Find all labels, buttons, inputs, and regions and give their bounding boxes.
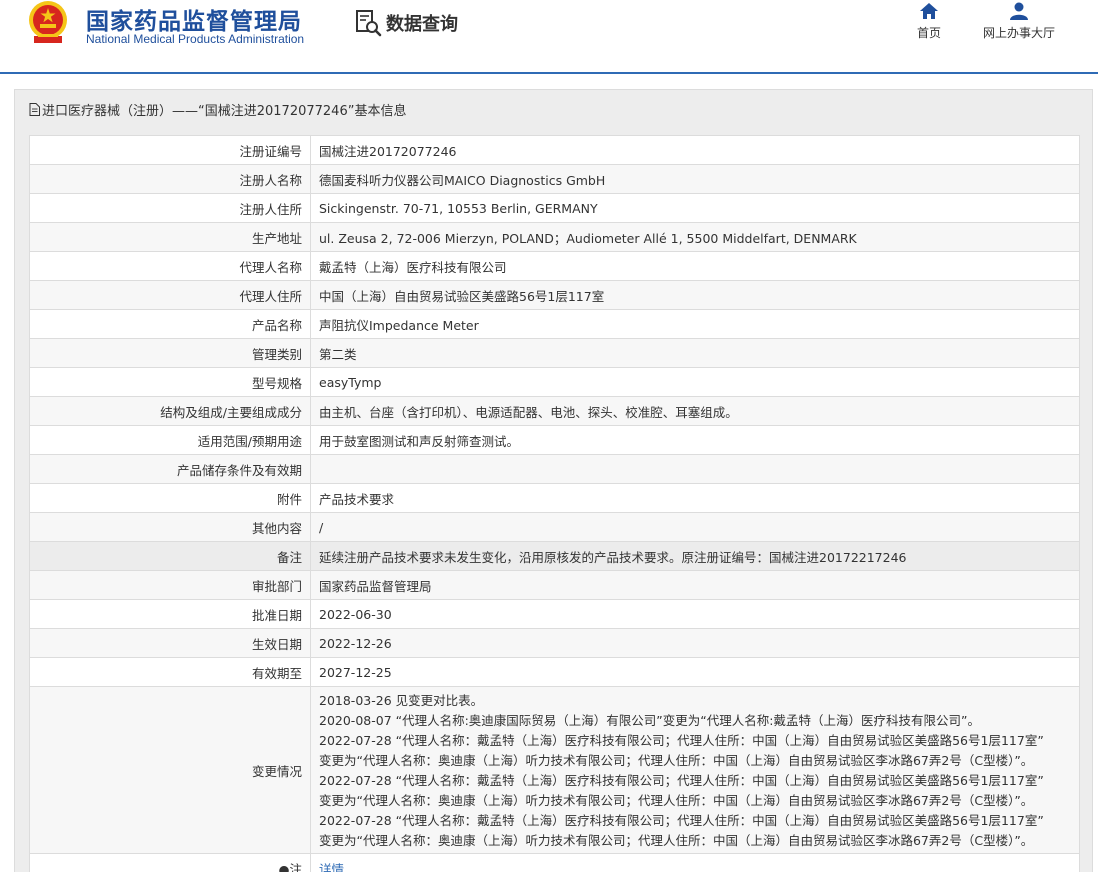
nav-home[interactable]: 首页 [908,2,950,41]
panel-title: 进口医疗器械（注册）——“国械注进20172077246”基本信息 [29,100,406,119]
user-icon [1010,2,1028,20]
change-line: 2022-07-28 “代理人名称：戴孟特（上海）医疗科技有限公司；代理人住所：… [319,733,1044,748]
table-row: ●注 详情 [29,853,1080,872]
field-value: 2027-12-25 [310,657,1080,687]
table-row: 产品储存条件及有效期 [29,454,1080,484]
info-table: 注册证编号 国械注进20172077246 注册人名称 德国麦科听力仪器公司MAIC… [29,135,1080,872]
field-value: 2022-06-30 [310,599,1080,629]
field-label: 备注 [29,541,311,571]
data-query-label: 数据查询 [386,14,458,35]
field-label: 管理类别 [29,338,311,368]
field-label: 产品名称 [29,309,311,339]
field-value: 延续注册产品技术要求未发生变化，沿用原核发的产品技术要求。原注册证编号：国械注进… [310,541,1080,571]
change-line: 变更为“代理人名称：奥迪康（上海）听力技术有限公司；代理人住所：中国（上海）自由… [319,793,1034,808]
field-value: 产品技术要求 [310,483,1080,513]
national-emblem-icon [29,1,67,43]
nav-home-label: 首页 [916,26,941,40]
detail-panel: 进口医疗器械（注册）——“国械注进20172077246”基本信息 注册证编号国… [14,89,1093,872]
org-name-en: National Medical Products Administration [86,32,305,46]
field-label: 批准日期 [29,599,311,629]
field-value: 国械注进20172077246 [310,135,1080,165]
field-label: 结构及组成/主要组成成分 [29,396,311,426]
table-row: 代理人名称 戴孟特（上海）医疗科技有限公司 [29,251,1080,281]
table-row: 代理人住所 中国（上海）自由贸易试验区美盛路56号1层117室 [29,280,1080,310]
document-search-icon [356,10,382,37]
field-label: 附件 [29,483,311,513]
change-line: 变更为“代理人名称：奥迪康（上海）听力技术有限公司；代理人住所：中国（上海）自由… [319,753,1034,768]
home-icon [920,3,938,19]
nav-online-hall-label: 网上办事大厅 [982,26,1055,40]
field-label: 变更情况 [29,686,311,854]
change-line: 变更为“代理人名称：奥迪康（上海）听力技术有限公司；代理人住所：中国（上海）自由… [319,833,1034,848]
table-row: 适用范围/预期用途 用于鼓室图测试和声反射筛查测试。 [29,425,1080,455]
table-row: 注册证编号 国械注进20172077246 [29,135,1080,165]
field-label: 型号规格 [29,367,311,397]
field-value: Sickingenstr. 70-71, 10553 Berlin, GERMA… [310,193,1080,223]
site-header: 国家药品监督管理局 National Medical Products Admi… [0,0,1098,74]
field-label: ●注 [29,853,311,872]
field-value: 由主机、台座（含打印机）、电源适配器、电池、探头、校准腔、耳塞组成。 [310,396,1080,426]
field-label: 注册证编号 [29,135,311,165]
field-value: / [310,512,1080,542]
details-link[interactable]: 详情 [319,862,344,872]
org-name-cn: 国家药品监督管理局 [86,9,302,35]
field-value: 德国麦科听力仪器公司MAICO Diagnostics GmbH [310,164,1080,194]
table-row: 批准日期 2022-06-30 [29,599,1080,629]
field-value: 详情 [310,853,1080,872]
table-row: 注册人住所 Sickingenstr. 70-71, 10553 Berlin, … [29,193,1080,223]
field-value: easyTymp [310,367,1080,397]
table-row: 结构及组成/主要组成成分 由主机、台座（含打印机）、电源适配器、电池、探头、校准腔… [29,396,1080,426]
field-value: 声阻抗仪Impedance Meter [310,309,1080,339]
field-label: 有效期至 [29,657,311,687]
field-value: 用于鼓室图测试和声反射筛查测试。 [310,425,1080,455]
field-label: 注册人住所 [29,193,311,223]
field-value: 第二类 [310,338,1080,368]
field-label: 生效日期 [29,628,311,658]
table-row: 生产地址 ul. Zeusa 2, 72-006 Mierzyn, POLAND；… [29,222,1080,252]
document-icon [29,103,40,116]
table-row: 备注 延续注册产品技术要求未发生变化，沿用原核发的产品技术要求。原注册证编号：国械… [29,541,1080,571]
field-label: 适用范围/预期用途 [29,425,311,455]
table-row: 产品名称 声阻抗仪Impedance Meter [29,309,1080,339]
field-label: 产品储存条件及有效期 [29,454,311,484]
field-value [310,454,1080,484]
table-row: 生效日期 2022-12-26 [29,628,1080,658]
field-label: 代理人住所 [29,280,311,310]
change-history-row: 变更情况 2018-03-26 见变更对比表。 2020-08-07 “代理人名… [29,686,1080,854]
nav-online-hall[interactable]: 网上办事大厅 [974,2,1064,41]
table-row: 注册人名称 德国麦科听力仪器公司MAICO Diagnostics GmbH [29,164,1080,194]
change-line: 2018-03-26 见变更对比表。 [319,693,484,708]
data-query-link[interactable]: 数据查询 [354,8,458,38]
change-line: 2022-07-28 “代理人名称：戴孟特（上海）医疗科技有限公司；代理人住所：… [319,813,1044,828]
field-value: 戴孟特（上海）医疗科技有限公司 [310,251,1080,281]
change-line: 2022-07-28 “代理人名称：戴孟特（上海）医疗科技有限公司；代理人住所：… [319,773,1044,788]
field-label: 审批部门 [29,570,311,600]
panel-title-text: 进口医疗器械（注册）——“国械注进20172077246”基本信息 [42,104,407,119]
table-row: 其他内容 / [29,512,1080,542]
field-label: 生产地址 [29,222,311,252]
table-row: 管理类别 第二类 [29,338,1080,368]
change-history: 2018-03-26 见变更对比表。 2020-08-07 “代理人名称:奥迪康… [310,686,1080,854]
field-label: 代理人名称 [29,251,311,281]
change-line: 2020-08-07 “代理人名称:奥迪康国际贸易（上海）有限公司”变更为“代理… [319,713,980,728]
field-value: 中国（上海）自由贸易试验区美盛路56号1层117室 [310,280,1080,310]
table-row: 审批部门 国家药品监督管理局 [29,570,1080,600]
table-row: 附件 产品技术要求 [29,483,1080,513]
field-value: ul. Zeusa 2, 72-006 Mierzyn, POLAND；Audi… [310,222,1080,252]
field-label: 其他内容 [29,512,311,542]
field-label: 注册人名称 [29,164,311,194]
field-value: 2022-12-26 [310,628,1080,658]
table-row: 有效期至 2027-12-25 [29,657,1080,687]
table-row: 型号规格 easyTymp [29,367,1080,397]
field-value: 国家药品监督管理局 [310,570,1080,600]
